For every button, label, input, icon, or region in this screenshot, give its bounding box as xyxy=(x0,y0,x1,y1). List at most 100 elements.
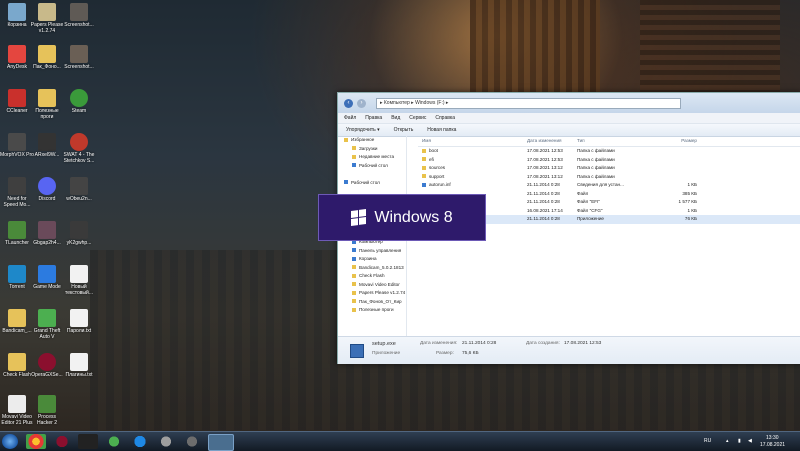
start-button[interactable] xyxy=(2,434,18,449)
desktop-icon-movavi[interactable]: Movavi Video Editor 21 Plus xyxy=(0,395,34,426)
nav-recent[interactable]: Недавние места xyxy=(338,153,406,162)
desktop-icon-swat4[interactable]: SWAT 4 - The Stetchkov S... xyxy=(62,133,96,164)
network-icon[interactable]: ▮ xyxy=(738,438,741,444)
nav-pak-fonov[interactable]: Пак_Фонов_От_Кир xyxy=(338,298,406,307)
desktop-icon-gta5[interactable]: Grand Theft Auto V xyxy=(30,309,64,340)
organize-button[interactable]: Упорядочить ▾ xyxy=(346,124,380,136)
desktop-icon-arxel[interactable]: ARxel9W... xyxy=(30,133,64,158)
desktop-icon-operagx[interactable]: OperaGXSe... xyxy=(30,353,64,378)
clock-date[interactable]: 17.08.2021 xyxy=(760,442,785,448)
desktop-icon-yk2g[interactable]: yK2gwhp... xyxy=(62,221,96,246)
language-indicator[interactable]: RU xyxy=(704,438,711,444)
desktop-icon-game-mode[interactable]: Game Mode xyxy=(30,265,64,290)
desktop-icon-screenshot-1[interactable]: Screenshot... xyxy=(62,3,96,28)
desktop-icon-pak-fonov[interactable]: Пак_Фоно... xyxy=(30,45,64,70)
forward-button[interactable]: › xyxy=(357,98,366,108)
column-type[interactable]: Тип xyxy=(577,136,642,146)
nav-check-flash[interactable]: Check Flash xyxy=(338,272,406,281)
desktop-icon-torrent[interactable]: Torrent xyxy=(0,265,34,290)
file-row[interactable]: boot 17.08.2021 12:53 Папка с файлами xyxy=(418,147,800,156)
desktop-icon-ccleaner[interactable]: CCleaner xyxy=(0,89,34,114)
swat-icon xyxy=(70,133,88,151)
menu-file[interactable]: Файл xyxy=(344,113,356,123)
clock-time[interactable]: 13:30 xyxy=(766,435,779,441)
nav-control-panel[interactable]: Панель управления xyxy=(338,247,406,256)
details-size-value: 75,6 КБ xyxy=(462,351,479,356)
open-button[interactable]: Открыть xyxy=(394,124,414,136)
address-bar[interactable]: ▸ Компьютер ▸ Windows (F:) ▸ xyxy=(376,97,681,109)
desktop-icon-steam[interactable]: Steam xyxy=(62,89,96,114)
tray-arrow-icon[interactable]: ▴ xyxy=(726,438,729,444)
details-modified-label: Дата изменения: xyxy=(420,341,458,346)
desktop-icon-plaginy[interactable]: Плагины.txt xyxy=(62,353,96,378)
gta-icon xyxy=(38,309,56,327)
nav-recycle-bin[interactable]: Корзина xyxy=(338,255,406,264)
details-filename: setup.exe xyxy=(372,341,396,347)
desktop-icon-anydesk[interactable]: AnyDesk xyxy=(0,45,34,70)
nav-desktop[interactable]: Рабочий стол xyxy=(338,179,406,188)
nav-papers-please[interactable]: Papers Please v1.2.74 xyxy=(338,289,406,298)
details-size-label: Размер: xyxy=(436,351,454,356)
nav-downloads[interactable]: Загрузки xyxy=(338,145,406,154)
nav-bandicam[interactable]: Bandicam_5.0.2.1813 xyxy=(338,264,406,273)
menu-service[interactable]: Сервис xyxy=(409,113,426,123)
file-row[interactable]: efi 17.08.2021 12:53 Папка с файлами xyxy=(418,156,800,165)
image-icon xyxy=(70,3,88,21)
menu-bar: Файл Правка Вид Сервис Справка xyxy=(338,113,800,124)
process-taskbar-icon[interactable] xyxy=(156,434,176,449)
menu-view[interactable]: Вид xyxy=(391,113,400,123)
desktop-icon-gbgap[interactable]: Gbgap2h4... xyxy=(30,221,64,246)
text-file-icon xyxy=(70,309,88,327)
desktop-icon-recycle-bin[interactable]: Корзина xyxy=(0,3,34,28)
desktop-icon-papers-please[interactable]: Papers Please v1.2.74 xyxy=(30,3,64,34)
nav-movavi[interactable]: Movavi Video Editor xyxy=(338,281,406,290)
column-name[interactable]: Имя xyxy=(418,136,527,146)
monitor-icon xyxy=(344,180,348,185)
windows-logo-icon xyxy=(351,208,367,227)
desktop-icon-paroli[interactable]: Пароли.txt xyxy=(62,309,96,334)
file-row[interactable]: sources 17.08.2021 13:12 Папка с файлами xyxy=(418,164,800,173)
details-created-label: Дата создания: xyxy=(526,341,560,346)
folder-icon xyxy=(38,45,56,63)
desktop-icon-nfs[interactable]: Need for Speed Mo... xyxy=(0,177,34,208)
game-mode-icon xyxy=(38,265,56,283)
text-file-icon xyxy=(70,353,88,371)
desktop-icon-check-flash[interactable]: Check Flash xyxy=(0,353,34,378)
desktop-icon-poleznye[interactable]: Полезные проги xyxy=(30,89,64,120)
panel-icon xyxy=(352,248,356,253)
nav-desktop-fav[interactable]: Рабочий стол xyxy=(338,162,406,171)
system-tray: RU ▴ ▮ ◀ 13:30 17.08.2021 xyxy=(704,435,794,449)
gta-taskbar-icon[interactable] xyxy=(104,434,124,449)
app-taskbar-icon[interactable] xyxy=(130,434,150,449)
column-size[interactable]: Размер xyxy=(642,136,697,146)
desktop-icon-bandicam[interactable]: Bandicam_... xyxy=(0,309,34,334)
desktop-icon-process-hacker[interactable]: Process Hacker 2 xyxy=(30,395,64,426)
desktop-icon-screenshot-2[interactable]: Screenshot... xyxy=(62,45,96,70)
column-date[interactable]: Дата изменения xyxy=(527,136,577,146)
desktop-icon-discord[interactable]: Discord xyxy=(30,177,64,202)
papers-please-icon xyxy=(38,3,56,21)
desktop-icon-new-text[interactable]: Новый текстовый... xyxy=(62,265,96,296)
nav-poleznye[interactable]: Полезные проги xyxy=(338,306,406,315)
new-folder-button[interactable]: Новая папка xyxy=(427,124,456,136)
menu-help[interactable]: Справка xyxy=(435,113,455,123)
desktop-icon-morphvox[interactable]: MorphVOX Pro xyxy=(0,133,34,158)
explorer-taskbar-icon[interactable] xyxy=(208,434,234,451)
details-created-value: 17.08.2021 12:53 xyxy=(564,341,602,346)
file-row[interactable]: support 17.08.2021 13:12 Папка с файлами xyxy=(418,173,800,182)
opera-icon xyxy=(38,353,56,371)
desktop-icon-wobeu[interactable]: wObeu2n... xyxy=(62,177,96,202)
folder-icon xyxy=(352,273,356,278)
folder-icon xyxy=(8,309,26,327)
game-taskbar-icon[interactable] xyxy=(78,434,98,449)
opera-taskbar-icon[interactable] xyxy=(52,434,72,449)
file-row[interactable]: autorun.inf 21.11.2014 0:28 Сведения для у… xyxy=(418,181,800,190)
ccleaner-icon xyxy=(8,89,26,107)
desktop-icon-tlauncher[interactable]: TLauncher xyxy=(0,221,34,246)
chrome-taskbar-icon[interactable] xyxy=(26,434,46,449)
tool-taskbar-icon[interactable] xyxy=(182,434,202,449)
menu-edit[interactable]: Правка xyxy=(365,113,382,123)
volume-icon[interactable]: ◀ xyxy=(748,438,752,444)
nav-favorites[interactable]: Избранное xyxy=(338,136,406,145)
back-button[interactable]: ‹ xyxy=(344,98,353,108)
